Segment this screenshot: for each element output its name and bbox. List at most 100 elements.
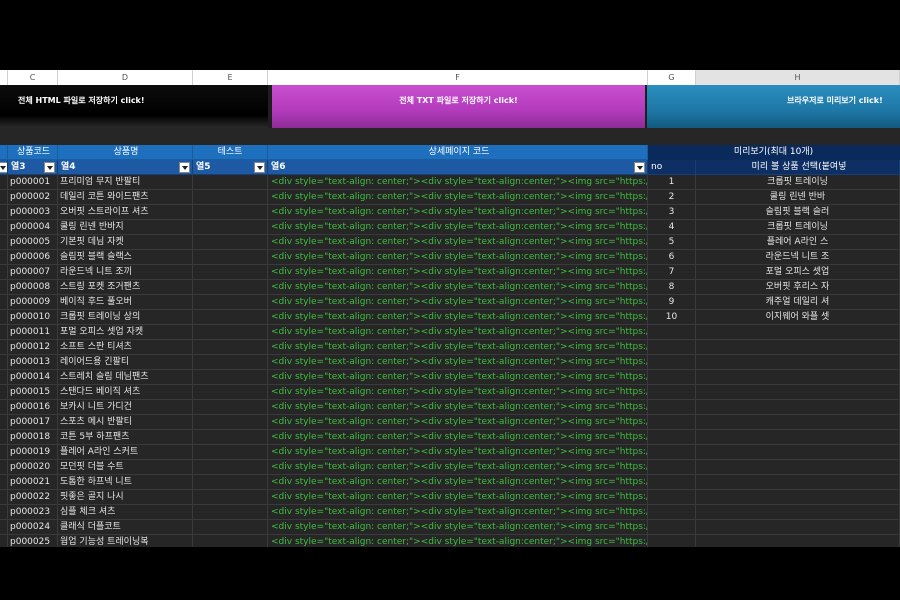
detail-code-cell[interactable]: <div style="text-align: center;"><div st… [268, 355, 648, 370]
preview-name-cell[interactable] [696, 415, 900, 430]
test-cell[interactable] [193, 520, 268, 535]
product-code-cell[interactable]: p000023 [8, 505, 58, 520]
detail-code-cell[interactable]: <div style="text-align: center;"><div st… [268, 340, 648, 355]
preview-name-cell[interactable]: 라운드넥 니트 조 [696, 250, 900, 265]
product-name-cell[interactable]: 심플 체크 셔츠 [58, 505, 193, 520]
preview-name-cell[interactable]: 캐주얼 데일리 셔 [696, 295, 900, 310]
product-name-cell[interactable]: 프리미엄 무지 반팔티 [58, 175, 193, 190]
row-gutter[interactable] [0, 535, 8, 547]
product-name-cell[interactable]: 크롭핏 트레이닝 상의 [58, 310, 193, 325]
detail-code-cell[interactable]: <div style="text-align: center;"><div st… [268, 310, 648, 325]
row-gutter[interactable] [0, 385, 8, 400]
row-gutter[interactable] [0, 460, 8, 475]
save-txt-button[interactable]: 전체 TXT 파일로 저장하기 click! [272, 85, 645, 128]
product-name-cell[interactable]: 웜업 기능성 트레이닝복 [58, 535, 193, 547]
filter-col3[interactable]: 열3 [8, 160, 58, 175]
filter-dropdown-icon[interactable] [254, 162, 265, 173]
product-code-cell[interactable]: p000003 [8, 205, 58, 220]
row-gutter[interactable] [0, 355, 8, 370]
product-code-cell[interactable]: p000024 [8, 520, 58, 535]
preview-no-cell[interactable] [648, 520, 696, 535]
test-cell[interactable] [193, 505, 268, 520]
preview-no-cell[interactable] [648, 490, 696, 505]
preview-name-cell[interactable]: 크롭핏 트레이닝 [696, 175, 900, 190]
preview-no-cell[interactable]: 3 [648, 205, 696, 220]
header-test[interactable]: 테스트 [193, 145, 268, 160]
product-name-cell[interactable]: 코튼 5부 하프팬츠 [58, 430, 193, 445]
preview-no-cell[interactable] [648, 325, 696, 340]
product-name-cell[interactable]: 스탠다드 베이직 셔츠 [58, 385, 193, 400]
product-name-cell[interactable]: 레이어드용 긴팔티 [58, 355, 193, 370]
preview-no-cell[interactable] [648, 355, 696, 370]
product-name-cell[interactable]: 소프트 스판 티셔츠 [58, 340, 193, 355]
test-cell[interactable] [193, 310, 268, 325]
preview-name-cell[interactable] [696, 445, 900, 460]
preview-name-cell[interactable] [696, 490, 900, 505]
preview-name-cell[interactable] [696, 505, 900, 520]
row-gutter[interactable] [0, 430, 8, 445]
column-header-h[interactable]: H [696, 70, 900, 85]
product-code-cell[interactable]: p000013 [8, 355, 58, 370]
product-code-cell[interactable]: p000012 [8, 340, 58, 355]
product-code-cell[interactable]: p000011 [8, 325, 58, 340]
product-name-cell[interactable]: 플레어 A라인 스커트 [58, 445, 193, 460]
preview-name-cell[interactable] [696, 385, 900, 400]
header-detail-code[interactable]: 상세페이지 코드 [268, 145, 648, 160]
product-code-cell[interactable]: p000007 [8, 265, 58, 280]
test-cell[interactable] [193, 220, 268, 235]
column-header-d[interactable]: D [58, 70, 193, 85]
detail-code-cell[interactable]: <div style="text-align: center;"><div st… [268, 370, 648, 385]
detail-code-cell[interactable]: <div style="text-align: center;"><div st… [268, 325, 648, 340]
preview-name-cell[interactable] [696, 520, 900, 535]
filter-dropdown-icon[interactable] [44, 162, 55, 173]
detail-code-cell[interactable]: <div style="text-align: center;"><div st… [268, 295, 648, 310]
test-cell[interactable] [193, 340, 268, 355]
row-gutter[interactable] [0, 475, 8, 490]
product-code-cell[interactable]: p000006 [8, 250, 58, 265]
product-code-cell[interactable]: p000025 [8, 535, 58, 547]
column-header-e[interactable]: E [193, 70, 268, 85]
row-gutter[interactable] [0, 280, 8, 295]
column-header-g[interactable]: G [648, 70, 696, 85]
test-cell[interactable] [193, 175, 268, 190]
preview-no-cell[interactable]: 6 [648, 250, 696, 265]
detail-code-cell[interactable]: <div style="text-align: center;"><div st… [268, 400, 648, 415]
preview-name-cell[interactable]: 쿨링 린넨 반바 [696, 190, 900, 205]
product-code-cell[interactable]: p000005 [8, 235, 58, 250]
filter-dropdown-icon[interactable] [0, 162, 7, 173]
preview-no-cell[interactable] [648, 445, 696, 460]
preview-name-cell[interactable]: 포멀 오피스 셋업 [696, 265, 900, 280]
preview-name-cell[interactable] [696, 460, 900, 475]
row-gutter[interactable] [0, 505, 8, 520]
product-code-cell[interactable]: p000010 [8, 310, 58, 325]
preview-no-cell[interactable] [648, 535, 696, 547]
test-cell[interactable] [193, 235, 268, 250]
filter-dropdown-icon[interactable] [179, 162, 190, 173]
row-gutter[interactable] [0, 400, 8, 415]
detail-code-cell[interactable]: <div style="text-align: center;"><div st… [268, 250, 648, 265]
row-gutter[interactable] [0, 325, 8, 340]
preview-name-cell[interactable]: 플레어 A라인 스 [696, 235, 900, 250]
row-gutter[interactable] [0, 205, 8, 220]
product-name-cell[interactable]: 슬림핏 블랙 슬랙스 [58, 250, 193, 265]
test-cell[interactable] [193, 250, 268, 265]
preview-no-cell[interactable]: 8 [648, 280, 696, 295]
detail-code-cell[interactable]: <div style="text-align: center;"><div st… [268, 460, 648, 475]
test-cell[interactable] [193, 265, 268, 280]
detail-code-cell[interactable]: <div style="text-align: center;"><div st… [268, 265, 648, 280]
preview-no-cell[interactable]: 2 [648, 190, 696, 205]
detail-code-cell[interactable]: <div style="text-align: center;"><div st… [268, 475, 648, 490]
product-code-cell[interactable]: p000018 [8, 430, 58, 445]
test-cell[interactable] [193, 190, 268, 205]
row-gutter[interactable] [0, 295, 8, 310]
product-code-cell[interactable]: p000016 [8, 400, 58, 415]
row-gutter[interactable] [0, 520, 8, 535]
product-code-cell[interactable]: p000022 [8, 490, 58, 505]
header-preview-title[interactable]: 미리보기(최대 10개) [648, 145, 900, 160]
detail-code-cell[interactable]: <div style="text-align: center;"><div st… [268, 535, 648, 547]
product-name-cell[interactable]: 스트링 포켓 조거팬츠 [58, 280, 193, 295]
detail-code-cell[interactable]: <div style="text-align: center;"><div st… [268, 520, 648, 535]
test-cell[interactable] [193, 295, 268, 310]
product-name-cell[interactable]: 라운드넥 니트 조끼 [58, 265, 193, 280]
preview-no-cell[interactable]: 7 [648, 265, 696, 280]
